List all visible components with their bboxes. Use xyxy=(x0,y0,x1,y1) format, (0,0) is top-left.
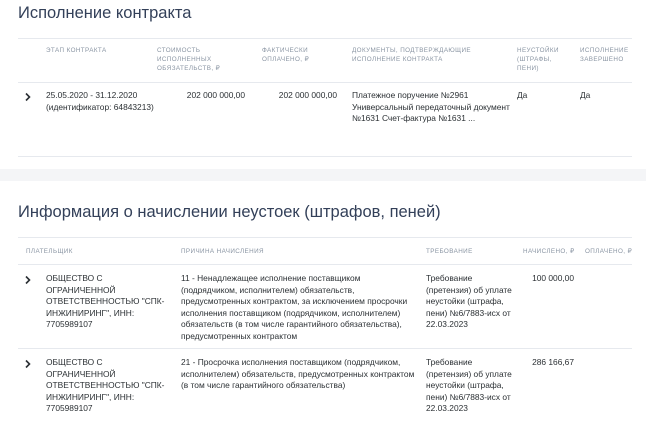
expand-row-icon[interactable] xyxy=(23,359,33,369)
section-separator xyxy=(0,169,646,181)
col-header-penalties: НЕУСТОЙКИ (ШТРАФЫ, ПЕНИ) xyxy=(517,47,559,72)
penalty-payer: ОБЩЕСТВО С ОГРАНИЧЕННОЙ ОТВЕТСТВЕННОСТЬЮ… xyxy=(46,273,165,330)
col-header-accrued: НАЧИСЛЕНО, ₽ xyxy=(523,248,575,255)
penalty-reason: 21 - Просрочка исполнения поставщиком (п… xyxy=(181,357,415,391)
col-header-completed: ИСПОЛНЕНИЕ ЗАВЕРШЕНО xyxy=(580,47,629,63)
col-header-paid: ФАКТИЧЕСКИ ОПЛАЧЕНО, ₽ xyxy=(262,47,310,63)
penalty-accrued: 286 166,67 xyxy=(532,357,574,367)
expand-row-icon[interactable] xyxy=(23,275,33,285)
penalty-demand: Требование (претензия) об уплате неустой… xyxy=(426,273,512,330)
table-divider xyxy=(18,237,632,238)
col-header-cost: СТОИМОСТЬ ИСПОЛНЕННЫХ ОБЯЗАТЕЛЬСТВ, ₽ xyxy=(157,47,221,72)
contract-docs[interactable]: Платежное поручение №2961 Универсальный … xyxy=(352,90,512,125)
contract-penalties: Да xyxy=(517,90,528,100)
table-divider xyxy=(18,38,632,39)
contract-execution-title: Исполнение контракта xyxy=(18,4,192,22)
col-header-demand: ТРЕБОВАНИЕ xyxy=(426,248,473,255)
contract-paid: 202 000 000,00 xyxy=(278,90,337,100)
penalty-reason: 11 - Ненадлежащее исполнение поставщиком… xyxy=(181,273,408,341)
col-header-payer: ПЛАТЕЛЬЩИК xyxy=(26,248,73,255)
col-header-paid-amount: ОПЛАЧЕНО, ₽ xyxy=(585,248,633,255)
expand-row-icon[interactable] xyxy=(23,92,33,102)
col-header-reason: ПРИЧИНА НАЧИСЛЕНИЯ xyxy=(181,248,264,255)
penalties-info-title: Информация о начислении неустоек (штрафо… xyxy=(18,203,441,221)
table-divider xyxy=(18,156,632,157)
contract-stage: 25.05.2020 - 31.12.2020 (идентификатор: … xyxy=(46,90,154,112)
contract-cost: 202 000 000,00 xyxy=(186,90,245,100)
table-divider xyxy=(18,82,632,83)
penalty-payer: ОБЩЕСТВО С ОГРАНИЧЕННОЙ ОТВЕТСТВЕННОСТЬЮ… xyxy=(46,357,165,414)
penalty-accrued: 100 000,00 xyxy=(532,273,574,283)
col-header-docs: ДОКУМЕНТЫ, ПОДТВЕРЖДАЮЩИЕ ИСПОЛНЕНИЕ КОН… xyxy=(352,47,472,63)
col-header-stage: ЭТАП КОНТРАКТА xyxy=(46,47,107,54)
table-divider xyxy=(18,264,632,265)
penalty-demand: Требование (претензия) об уплате неустой… xyxy=(426,357,512,414)
table-divider xyxy=(18,348,632,349)
contract-completed: Да xyxy=(580,90,591,100)
